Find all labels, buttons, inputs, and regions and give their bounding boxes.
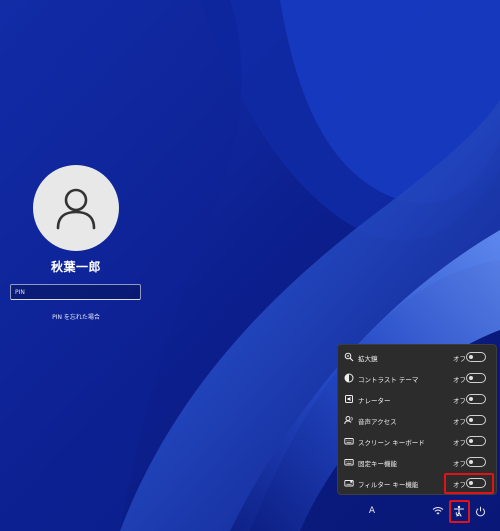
a11y-item-state: オフ	[453, 459, 466, 468]
screen-keyboard-toggle[interactable]	[466, 436, 486, 446]
user-avatar	[33, 165, 119, 251]
a11y-item-label: スクリーン キーボード	[358, 438, 425, 447]
a11y-item-magnifier[interactable]: 拡大鏡 オフ	[338, 347, 496, 368]
narrator-toggle[interactable]	[466, 394, 486, 404]
a11y-item-label: ナレーター	[358, 396, 391, 405]
a11y-item-contrast-theme[interactable]: コントラスト テーマ オフ	[338, 368, 496, 389]
a11y-item-state: オフ	[453, 480, 466, 489]
a11y-item-state: オフ	[453, 396, 466, 405]
a11y-item-label: コントラスト テーマ	[358, 375, 419, 384]
magnifier-icon	[344, 352, 354, 362]
sticky-keys-icon	[344, 459, 354, 466]
a11y-item-state: オフ	[453, 438, 466, 447]
network-button[interactable]	[431, 503, 445, 519]
a11y-item-label: 音声アクセス	[358, 417, 397, 426]
narrator-icon	[345, 395, 353, 403]
filter-keys-icon	[344, 480, 354, 487]
pin-input[interactable]	[10, 284, 141, 300]
a11y-item-label: 拡大鏡	[358, 354, 378, 363]
power-button[interactable]	[473, 503, 487, 519]
magnifier-toggle[interactable]	[466, 352, 486, 362]
a11y-item-label: 固定キー機能	[358, 459, 397, 468]
language-button[interactable]: A	[365, 503, 379, 519]
a11y-item-state: オフ	[453, 417, 466, 426]
power-icon	[475, 506, 485, 516]
contrast-icon	[344, 373, 354, 383]
accessibility-panel: 拡大鏡 オフ コントラスト テーマ オフ ナレーター オフ 音声アクセス オフ	[337, 344, 497, 495]
a11y-item-state: オフ	[453, 354, 466, 363]
sticky-keys-toggle[interactable]	[466, 457, 486, 467]
a11y-item-narrator[interactable]: ナレーター オフ	[338, 389, 496, 410]
voice-access-toggle[interactable]	[466, 415, 486, 425]
accessibility-button-highlight-frame	[449, 500, 470, 523]
a11y-item-screen-keyboard[interactable]: スクリーン キーボード オフ	[338, 431, 496, 452]
user-name: 秋葉一郎	[50, 260, 101, 274]
a11y-item-state: オフ	[453, 375, 466, 384]
filter-keys-toggle[interactable]	[466, 478, 486, 488]
language-label: A	[368, 506, 376, 516]
wifi-icon	[432, 506, 444, 515]
contrast-theme-toggle[interactable]	[466, 373, 486, 383]
a11y-item-label: フィルター キー機能	[358, 480, 419, 489]
a11y-item-filter-keys[interactable]: フィルター キー機能 オフ	[338, 473, 496, 494]
voice-access-icon	[344, 416, 353, 425]
a11y-item-sticky-keys[interactable]: 固定キー機能 オフ	[338, 452, 496, 473]
user-icon	[56, 188, 96, 230]
keyboard-icon	[344, 438, 354, 445]
forgot-pin-link[interactable]: PIN を忘れた場合	[0, 312, 152, 321]
a11y-item-voice-access[interactable]: 音声アクセス オフ	[338, 410, 496, 431]
